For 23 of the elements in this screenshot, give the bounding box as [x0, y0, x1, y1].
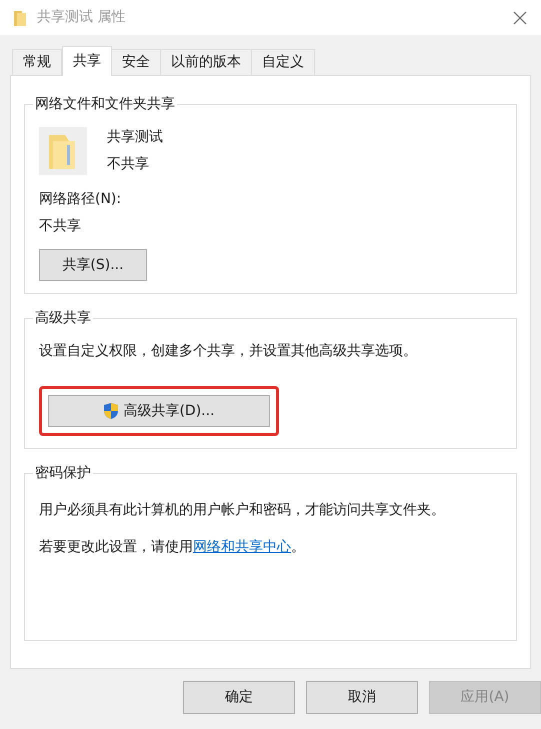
dialog-button[interactable]: 取消 [306, 681, 418, 714]
window-title: 共享测试 属性 [37, 8, 126, 27]
tab[interactable]: 常规 [12, 49, 62, 75]
close-icon[interactable] [513, 10, 527, 24]
group-title: 密码保护 [33, 464, 93, 482]
folder-icon [39, 127, 87, 175]
group-title: 高级共享 [33, 309, 93, 327]
network-path-value: 不共享 [39, 217, 82, 236]
group-title: 网络文件和文件夹共享 [33, 95, 177, 113]
share-button[interactable]: 共享(S)... [39, 249, 147, 281]
shield-icon [103, 402, 120, 420]
dialog-button[interactable]: 确定 [183, 681, 295, 714]
tab[interactable]: 共享 [62, 46, 112, 76]
folder-icon [13, 8, 27, 26]
change-setting-text: 若要更改此设置，请使用网络和共享中心。 [39, 538, 306, 557]
advanced-description: 设置自定义权限，创建多个共享，并设置其他高级共享选项。 [39, 342, 418, 361]
password-description: 用户必须具有此计算机的用户帐户和密码，才能访问共享文件夹。 [39, 501, 446, 520]
tab[interactable]: 自定义 [251, 49, 315, 75]
folder-name: 共享测试 [107, 128, 163, 147]
advanced-sharing-button[interactable]: 高级共享(D)... [48, 395, 270, 427]
network-sharing-center-link[interactable]: 网络和共享中心 [193, 539, 291, 555]
network-path-label: 网络路径(N): [39, 190, 122, 209]
share-status: 不共享 [107, 155, 150, 174]
